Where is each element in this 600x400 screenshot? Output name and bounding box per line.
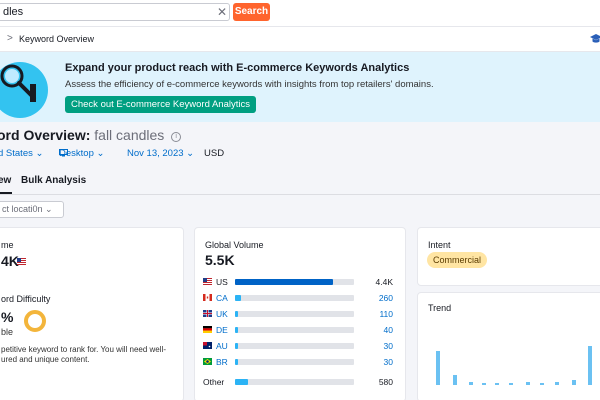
volume-row-us: US 4.4K [203, 276, 393, 288]
tab-bulk-analysis[interactable]: Bulk Analysis [21, 175, 86, 186]
breadcrumb: > Keyword Overview [0, 26, 600, 52]
us-flag-icon [203, 278, 212, 285]
graduation-cap-icon[interactable] [590, 33, 600, 45]
trend-bar [469, 382, 473, 385]
country-filter[interactable]: d States ⌄ [0, 148, 43, 159]
volume-row-au: AU 30 [203, 340, 393, 352]
us-flag-icon [17, 258, 26, 265]
difficulty-gauge-icon [24, 310, 46, 332]
volume-bar-track [235, 327, 354, 333]
volume-bar-fill [235, 279, 333, 285]
difficulty-label: ord Difficulty [1, 294, 51, 304]
promo-banner: Expand your product reach with E-commerc… [0, 52, 600, 122]
trend-label: Trend [428, 303, 452, 313]
search-input[interactable]: dles ✕ [0, 3, 230, 21]
country-code[interactable]: UK [216, 309, 228, 319]
magnifier-illustration-icon [0, 62, 48, 118]
volume-label: me [1, 240, 14, 250]
tab-divider [0, 194, 600, 195]
au-flag-icon [203, 342, 212, 349]
global-volume-label: Global Volume [205, 240, 264, 250]
difficulty-value: % [1, 309, 14, 325]
br-flag-icon [203, 358, 212, 365]
intent-label: Intent [428, 240, 451, 250]
volume-value-cell[interactable]: 260 [379, 293, 393, 303]
country-code[interactable]: BR [216, 357, 228, 367]
volume-row-de: DE 40 [203, 324, 393, 336]
country-code: US [216, 277, 228, 287]
ecommerce-analytics-button[interactable]: Check out E-commerce Keyword Analytics [65, 96, 256, 113]
trend-bar [572, 380, 576, 385]
clear-search-icon[interactable]: ✕ [217, 5, 227, 19]
volume-bar-track [235, 279, 354, 285]
tab-overview[interactable]: ew [0, 175, 11, 186]
volume-bar-fill [235, 343, 238, 349]
country-code[interactable]: AU [216, 341, 228, 351]
global-volume-card: Global Volume 5.5K US 4.4K CA 260 UK 110 DE 40 A… [194, 227, 406, 400]
volume-bar-fill [235, 379, 248, 385]
page-title: ord Overview: fall candles i [0, 127, 182, 143]
top-search-bar: dles ✕ Search [0, 0, 600, 26]
trend-bar [540, 383, 544, 385]
volume-bar-fill [235, 311, 238, 317]
location-select[interactable]: ct locati0n ⌄ [0, 201, 64, 218]
date-filter[interactable]: Nov 13, 2023 ⌄ [127, 148, 194, 159]
uk-flag-icon [203, 310, 212, 317]
desktop-icon [59, 149, 68, 157]
volume-value-cell[interactable]: 110 [379, 309, 393, 319]
volume-row-other: Other 580 [203, 376, 393, 388]
de-flag-icon [203, 326, 212, 333]
trend-bar [509, 383, 513, 385]
volume-row-ca: CA 260 [203, 292, 393, 304]
volume-bar-track [235, 295, 354, 301]
currency-label: USD [204, 148, 225, 159]
country-code[interactable]: CA [216, 293, 228, 303]
intent-badge: Commercial [427, 252, 488, 268]
volume-value-cell[interactable]: 30 [384, 357, 393, 367]
chevron-right-icon: > [7, 33, 13, 44]
page-title-keyword: fall candles [94, 127, 165, 143]
ca-flag-icon [203, 294, 212, 301]
volume-value-cell[interactable]: 40 [384, 325, 393, 335]
country-code[interactable]: DE [216, 325, 228, 335]
trend-bar [436, 351, 440, 385]
search-input-value: dles [3, 6, 24, 18]
trend-bar [588, 346, 592, 385]
trend-card: Trend [417, 292, 600, 400]
breadcrumb-current[interactable]: Keyword Overview [19, 34, 94, 44]
volume-bar-fill [235, 359, 238, 365]
trend-bar [495, 383, 499, 385]
banner-title: Expand your product reach with E-commerc… [65, 62, 410, 74]
search-button[interactable]: Search [233, 3, 270, 21]
trend-bar [526, 382, 530, 385]
banner-subtitle: Assess the efficiency of e-commerce keyw… [65, 79, 434, 90]
trend-bar [555, 382, 559, 385]
volume-value-cell: 580 [378, 377, 393, 387]
volume-card: me 4K ord Difficulty % ble petitive keyw… [0, 227, 184, 400]
volume-bar-track [235, 311, 354, 317]
global-volume-value: 5.5K [205, 252, 235, 268]
page-title-prefix: ord Overview: [0, 127, 91, 143]
volume-bar-track [235, 343, 354, 349]
info-icon[interactable]: i [171, 132, 182, 142]
trend-bar [453, 375, 457, 385]
difficulty-desc-1: petitive keyword to rank for. You will n… [1, 345, 166, 354]
difficulty-desc-2: ured and unique content. [1, 355, 90, 364]
volume-bar-track [235, 379, 354, 385]
volume-value-cell: 4.4K [375, 277, 394, 287]
trend-bar [482, 383, 486, 385]
volume-row-uk: UK 110 [203, 308, 393, 320]
volume-bar-fill [235, 295, 241, 301]
volume-value-cell[interactable]: 30 [384, 341, 393, 351]
difficulty-level: ble [1, 327, 14, 337]
volume-bar-track [235, 359, 354, 365]
volume-row-br: BR 30 [203, 356, 393, 368]
country-code: Other [203, 377, 225, 387]
volume-bar-fill [235, 327, 238, 333]
